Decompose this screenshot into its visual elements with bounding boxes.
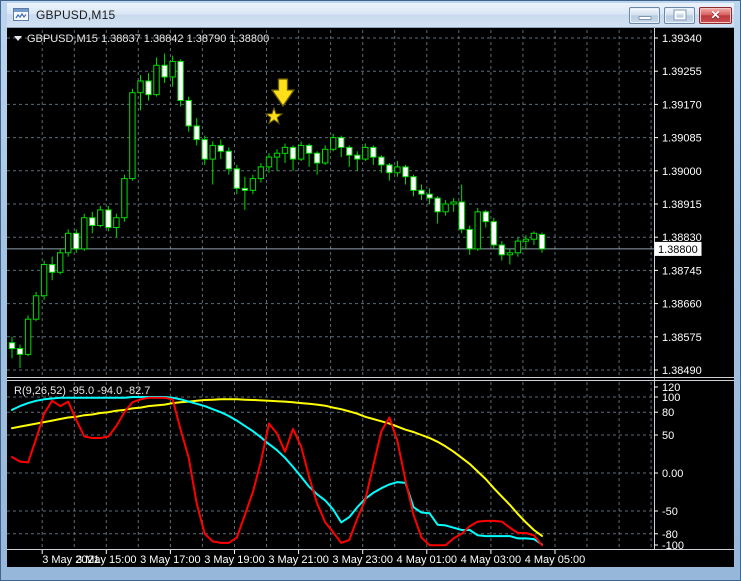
svg-text:GBPUSD,M15 1.38837 1.38842 1.: GBPUSD,M15 1.38837 1.38842 1.38790 1.388…	[27, 33, 269, 45]
ohlc-readout: GBPUSD,M15 1.38837 1.38842 1.38790 1.388…	[14, 33, 269, 45]
svg-text:3 May 23:00: 3 May 23:00	[332, 554, 393, 566]
svg-text:1.38915: 1.38915	[662, 199, 702, 211]
svg-text:3 May 15:00: 3 May 15:00	[76, 554, 137, 566]
close-icon: ✕	[710, 8, 721, 22]
svg-text:1.39000: 1.39000	[662, 166, 702, 178]
titlebar[interactable]: GBPUSD,M15 ✕	[7, 3, 734, 28]
chart-window: GBPUSD,M15 ✕ 1.39340 1.39255 1.39170 1.3908…	[0, 0, 741, 581]
indicator-readout: R(9,26,52) -95.0 -94.0 -82.7	[14, 385, 150, 397]
svg-text:4 May 03:00: 4 May 03:00	[461, 554, 522, 566]
restore-icon	[673, 9, 686, 21]
current-price-tag: 1.38800	[654, 241, 702, 256]
window-controls: ✕	[625, 6, 732, 24]
svg-text:3 May 21:00: 3 May 21:00	[268, 554, 329, 566]
chart-canvas[interactable]: 1.39340 1.39255 1.39170 1.39085 1.39000 1.389…	[7, 28, 734, 567]
restore-button[interactable]	[664, 6, 695, 24]
svg-text:100: 100	[662, 392, 680, 404]
svg-text:50: 50	[662, 430, 674, 442]
svg-text:-80: -80	[662, 529, 678, 541]
svg-text:4 May 05:00: 4 May 05:00	[525, 554, 586, 566]
minimize-button[interactable]	[629, 6, 660, 24]
svg-text:0.00: 0.00	[662, 468, 683, 480]
svg-text:1.38490: 1.38490	[662, 365, 702, 377]
svg-text:1.38575: 1.38575	[662, 332, 702, 344]
svg-text:1.38745: 1.38745	[662, 265, 702, 277]
chart-window-icon	[13, 8, 30, 22]
svg-text:-50: -50	[662, 506, 678, 518]
svg-text:-100: -100	[662, 540, 684, 552]
svg-text:3 May 17:00: 3 May 17:00	[140, 554, 201, 566]
svg-text:1.39255: 1.39255	[662, 66, 702, 78]
minimize-icon	[638, 15, 651, 20]
svg-text:1.39170: 1.39170	[662, 99, 702, 111]
svg-text:3 May 19:00: 3 May 19:00	[204, 554, 265, 566]
svg-text:1.39085: 1.39085	[662, 133, 702, 145]
svg-text:1.39340: 1.39340	[662, 33, 702, 45]
svg-text:1.38800: 1.38800	[658, 244, 698, 256]
window-title: GBPUSD,M15	[36, 8, 116, 22]
close-button[interactable]: ✕	[699, 6, 732, 24]
svg-text:4 May 01:00: 4 May 01:00	[397, 554, 458, 566]
chart-content: 1.39340 1.39255 1.39170 1.39085 1.39000 1.389…	[7, 28, 734, 567]
svg-text:80: 80	[662, 407, 674, 419]
svg-text:1.38660: 1.38660	[662, 299, 702, 311]
